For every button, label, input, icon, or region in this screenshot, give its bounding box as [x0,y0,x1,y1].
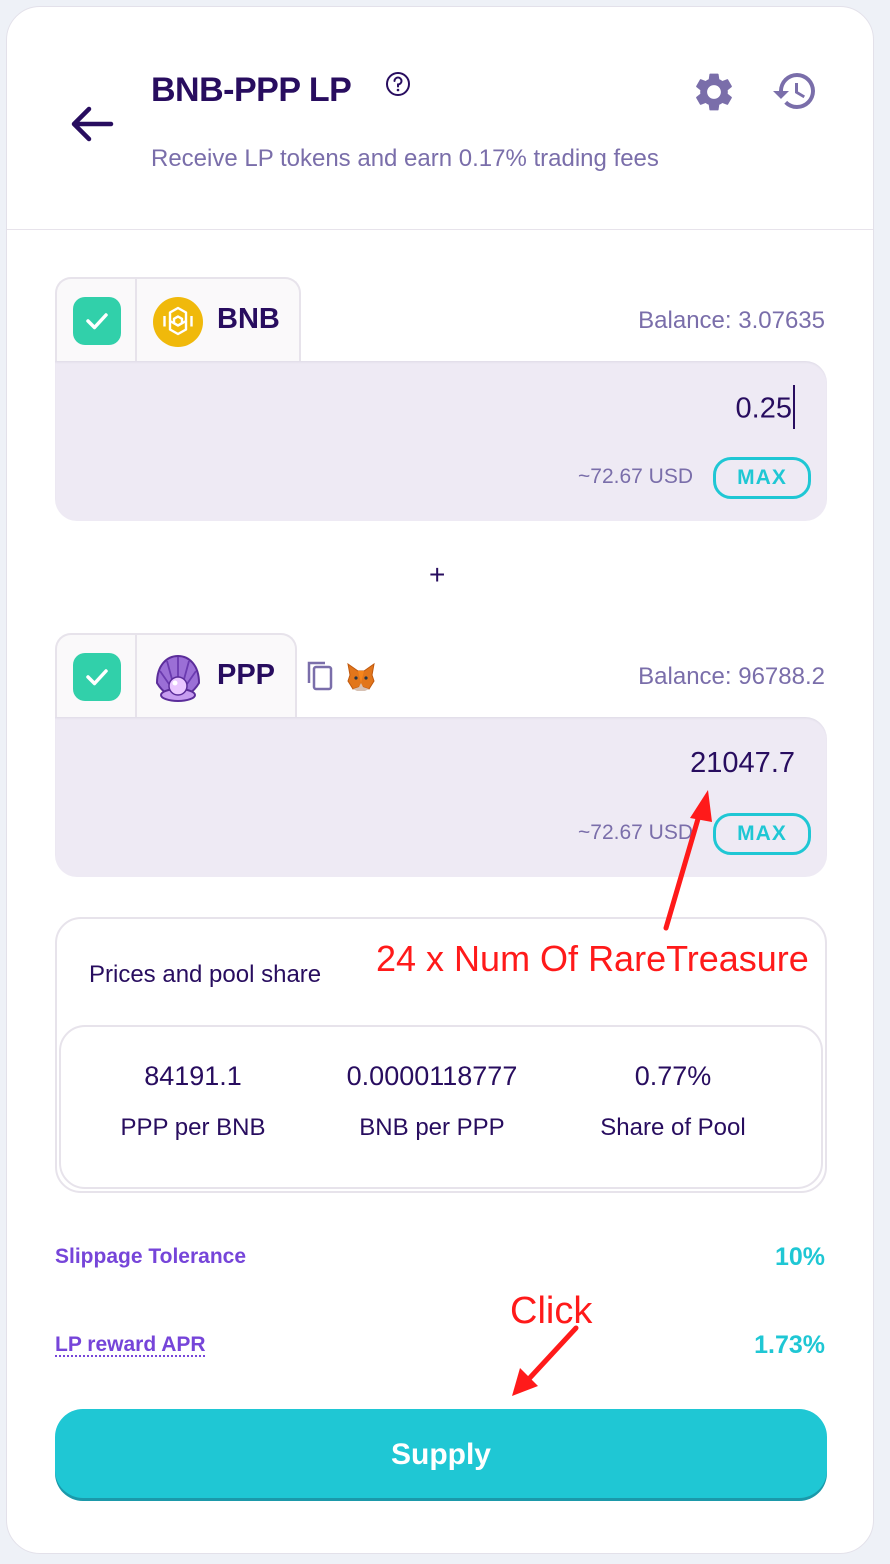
stat-value: 0.77% [634,1061,712,1091]
help-icon[interactable] [385,71,411,97]
supply-button[interactable]: Supply [55,1409,827,1501]
token-a-amount-box[interactable]: 0.25 ~72.67 USD MAX [55,361,827,521]
token-b-amount-input[interactable]: 21047.7 [690,747,795,780]
plus-sign: + [429,559,446,590]
checkmark-icon [86,669,108,686]
lp-reward-apr-label[interactable]: LP reward APR [55,1333,206,1357]
token-b-balance: Balance: 96788.2 [638,663,825,690]
stat-value: 84191.1 [144,1061,242,1091]
prices-title: Prices and pool share [89,961,322,988]
token-a-balance: Balance: 3.07635 [638,307,825,334]
history-icon[interactable] [771,67,819,115]
ppp-pearl-logo-icon [155,654,201,702]
token-b-check-cell [57,635,137,719]
prices-stats-panel: 84191.1 PPP per BNB 0.0000118777 BNB per… [59,1025,823,1189]
token-b-amount-box[interactable]: 21047.7 ~72.67 USD MAX [55,717,827,877]
page-subtitle: Receive LP tokens and earn 0.17% trading… [151,145,659,172]
slippage-tolerance-label[interactable]: Slippage Tolerance [55,1245,246,1269]
token-a-selector[interactable]: BNB [55,277,301,363]
token-b-selector[interactable]: PPP [55,633,297,719]
token-a-amount-text: 0.25 [735,392,792,425]
back-arrow-icon[interactable] [65,97,119,151]
token-a-usd-value: ~72.67 USD [578,465,693,488]
token-b-max-button[interactable]: MAX [713,813,811,855]
slippage-tolerance-value[interactable]: 10% [775,1243,825,1272]
token-a-check-cell [57,279,137,363]
metamask-fox-icon[interactable] [345,661,377,693]
token-a-amount-input[interactable]: 0.25 [735,385,795,429]
bnb-logo-icon [153,297,203,347]
checkmark-icon [86,313,108,330]
header: BNB-PPP LP Receive LP tokens and earn 0.… [7,7,873,230]
stat-share-of-pool: 0.77% Share of Pool [583,1061,763,1142]
lp-reward-apr-value: 1.73% [754,1331,825,1359]
token-a-symbol: BNB [217,303,280,335]
copy-address-icon[interactable] [305,659,335,693]
stat-label: BNB per PPP [359,1114,505,1141]
settings-gear-icon[interactable] [691,69,737,115]
stat-label: PPP per BNB [120,1114,266,1141]
stat-bnb-per-ppp: 0.0000118777 BNB per PPP [323,1061,541,1142]
token-a-checkbox[interactable] [73,297,121,345]
token-b-symbol: PPP [217,659,276,691]
annotation-treasure-note: 24 x Num Of RareTreasure [376,938,809,979]
token-b-usd-value: ~72.67 USD [578,821,693,844]
annotation-click-note: Click [510,1290,593,1332]
stat-ppp-per-bnb: 84191.1 PPP per BNB [115,1061,271,1142]
token-b-checkbox[interactable] [73,653,121,701]
text-caret [793,385,795,429]
stat-value: 0.0000118777 [346,1061,518,1091]
stat-label: Share of Pool [600,1114,746,1141]
page-title: BNB-PPP LP [151,71,352,109]
token-a-max-button[interactable]: MAX [713,457,811,499]
add-liquidity-card: BNB-PPP LP Receive LP tokens and earn 0.… [6,6,874,1554]
